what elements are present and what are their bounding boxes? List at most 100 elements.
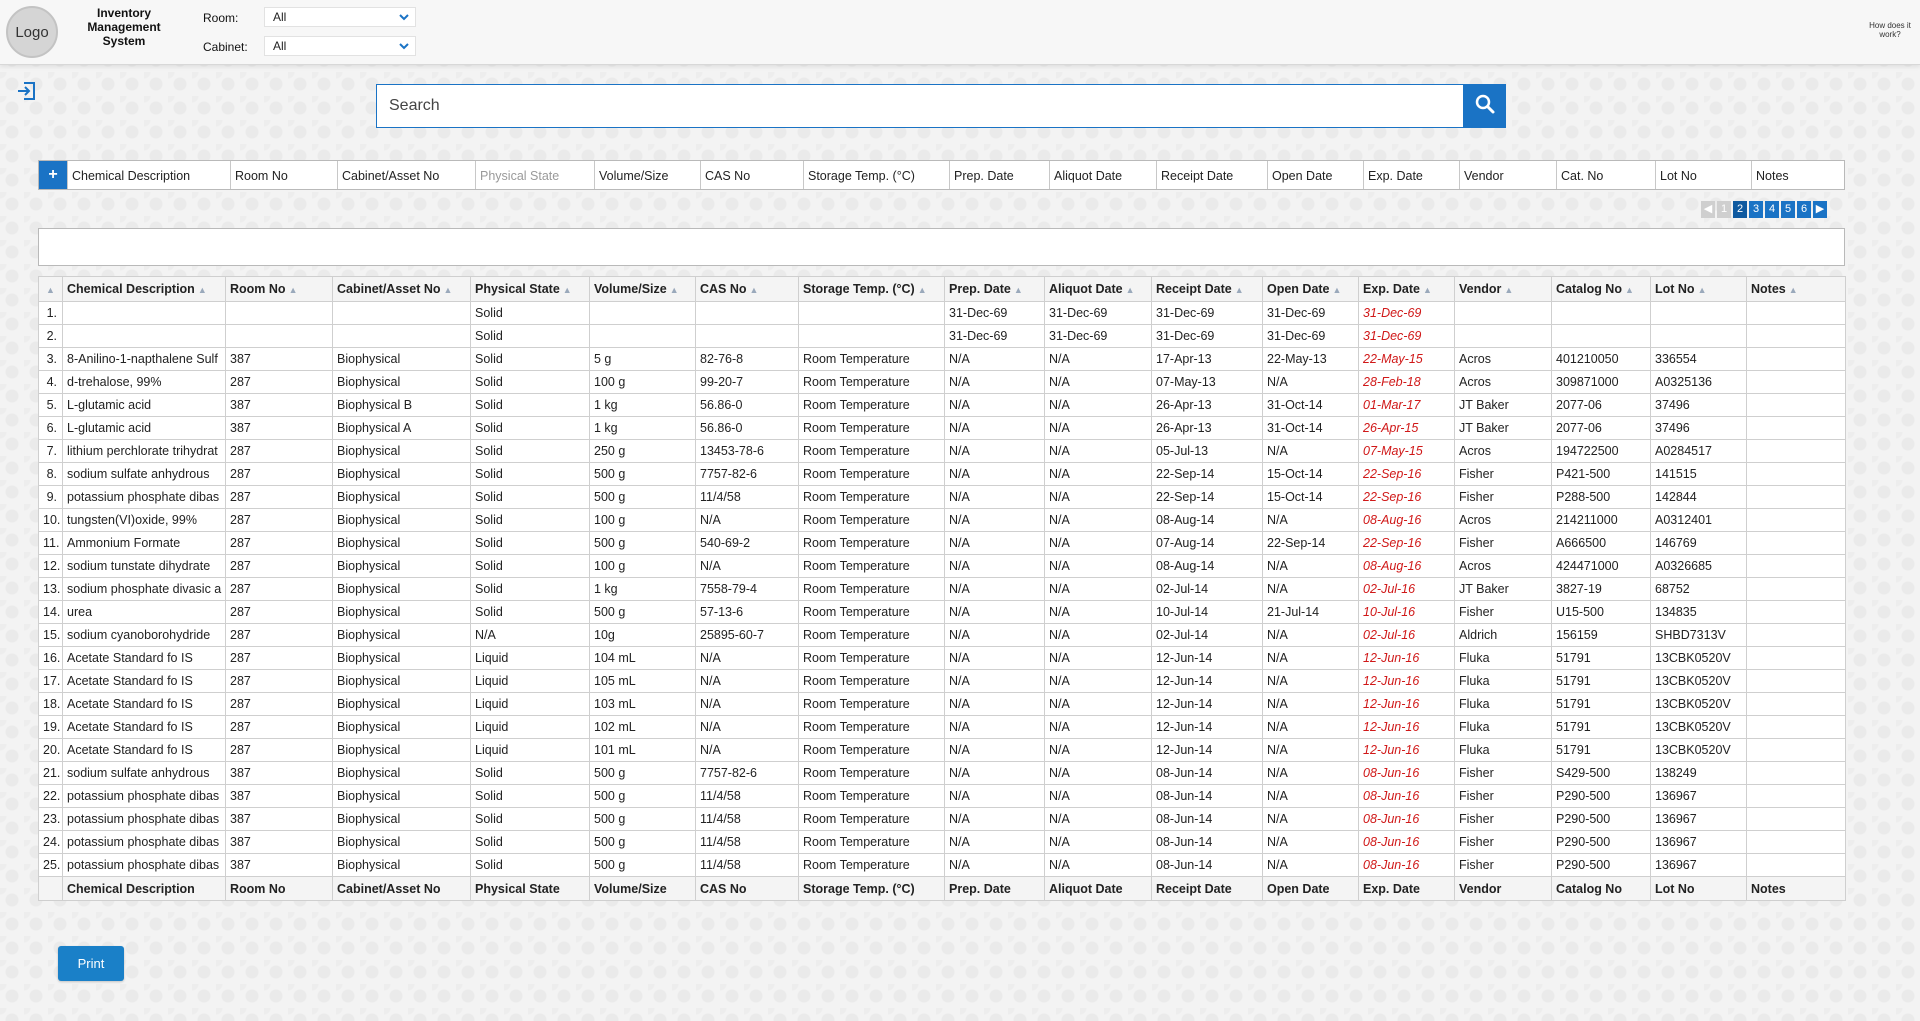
table-cell: Biophysical [332,554,471,578]
table-row[interactable]: 11. Ammonium Formate 287 Biophysical Solid 50… [38,531,1846,555]
table-cell: 13CBK0520V [1650,738,1747,762]
page-button[interactable]: 4 [1765,201,1779,218]
column-header[interactable]: Physical State ▲ [470,276,590,302]
column-header[interactable]: Room No ▲ [225,276,333,302]
column-toggle[interactable]: Vendor [1459,161,1556,189]
column-header[interactable]: Storage Temp. (°C) ▲ [798,276,945,302]
column-header[interactable]: Prep. Date ▲ [944,276,1045,302]
column-header[interactable]: Catalog No ▲ [1551,276,1651,302]
table-row[interactable]: 2. Solid 31-Dec-69 31-Dec-69 31-Dec-69 31-Dec… [38,324,1846,348]
page-button[interactable]: 2 [1733,201,1747,218]
table-row[interactable]: 15. sodium cyanoborohydride 287 Biophysical… [38,623,1846,647]
column-header[interactable]: Exp. Date ▲ [1358,276,1455,302]
table-row[interactable]: 8. sodium sulfate anhydrous 287 Biophysical… [38,462,1846,486]
table-row[interactable]: 3. 8-Anilino-1-napthalene Sulf 387 Biophysi… [38,347,1846,371]
column-toggle[interactable]: Open Date [1267,161,1363,189]
column-header[interactable]: Volume/Size ▲ [589,276,696,302]
column-toggle[interactable]: Cat. No [1556,161,1655,189]
column-toggle[interactable]: Room No [230,161,337,189]
table-cell: Liquid [470,692,590,716]
page-button[interactable]: 5 [1781,201,1795,218]
table-row[interactable]: 22. potassium phosphate dibas 387 Biophysic… [38,784,1846,808]
table-cell: N/A [695,692,799,716]
logout-icon[interactable] [16,80,38,102]
table-row[interactable]: 6. L-glutamic acid 387 Biophysical A Solid 1 … [38,416,1846,440]
table-row[interactable]: 23. potassium phosphate dibas 387 Biophysic… [38,807,1846,831]
table-row[interactable]: 7. lithium perchlorate trihydrat 287 Biophy… [38,439,1846,463]
sort-up-icon: ▲ [1788,285,1798,295]
column-toggle[interactable]: Chemical Description [67,161,230,189]
column-header[interactable]: Aliquot Date ▲ [1044,276,1152,302]
table-row[interactable]: 18. Acetate Standard fo IS 287 Biophysical L… [38,692,1846,716]
column-header[interactable]: Cabinet/Asset No ▲ [332,276,471,302]
table-cell: Acros [1454,347,1552,371]
column-toggle[interactable]: Exp. Date [1363,161,1459,189]
table-cell: Fisher [1454,830,1552,854]
search-input[interactable]: Search [376,84,1464,128]
print-button[interactable]: Print [58,946,124,981]
column-toggle[interactable]: Aliquot Date [1049,161,1156,189]
column-toggle[interactable]: Volume/Size [594,161,700,189]
table-row[interactable]: 4. d-trehalose, 99% 287 Biophysical Solid 100… [38,370,1846,394]
column-toggle[interactable]: Cabinet/Asset No [337,161,475,189]
table-row[interactable]: 21. sodium sulfate anhydrous 387 Biophysica… [38,761,1846,785]
add-column-button[interactable]: + [39,161,67,189]
column-header[interactable]: Chemical Description ▲ [62,276,226,302]
page-button[interactable]: 3 [1749,201,1763,218]
search-button[interactable] [1463,84,1506,128]
room-select[interactable]: All [264,7,416,27]
prev-page-button[interactable]: ◀ [1701,201,1715,218]
table-cell: Solid [470,807,590,831]
column-toggle[interactable]: Notes [1751,161,1843,189]
table-cell [798,324,945,348]
column-header[interactable]: Receipt Date ▲ [1151,276,1263,302]
page-button[interactable]: 6 [1797,201,1811,218]
table-row[interactable]: 9. potassium phosphate dibas 287 Biophysica… [38,485,1846,509]
column-toggle[interactable]: Lot No [1655,161,1751,189]
table-cell: 141515 [1650,462,1747,486]
table-row[interactable]: 24. potassium phosphate dibas 387 Biophysic… [38,830,1846,854]
column-header[interactable]: Vendor ▲ [1454,276,1552,302]
row-index: 1. [38,301,63,325]
row-index: 7. [38,439,63,463]
table-row[interactable]: 5. L-glutamic acid 387 Biophysical B Solid 1 … [38,393,1846,417]
column-header[interactable]: Lot No ▲ [1650,276,1747,302]
table-cell: 134835 [1650,600,1747,624]
next-page-button[interactable]: ▶ [1813,201,1827,218]
filter-bar[interactable] [38,228,1845,266]
row-index: 16. [38,646,63,670]
table-row[interactable]: 19. Acetate Standard fo IS 287 Biophysical L… [38,715,1846,739]
table-cell: potassium phosphate dibas [62,485,226,509]
sort-up-icon: ▲ [1234,285,1244,295]
table-row[interactable]: 14. urea 287 Biophysical Solid 500 g 57-13-6 Ro… [38,600,1846,624]
column-header[interactable]: Notes ▲ [1746,276,1846,302]
how-it-works-link[interactable]: How does it work? [1866,21,1914,39]
table-cell [225,324,333,348]
table-cell: 5 g [589,347,696,371]
cabinet-select[interactable]: All [264,36,416,56]
table-row[interactable]: 12. sodium tunstate dihydrate 287 Biophysic… [38,554,1846,578]
table-cell: 08-Aug-14 [1151,554,1263,578]
column-header[interactable]: CAS No ▲ [695,276,799,302]
table-cell: 31-Dec-69 [1262,324,1359,348]
column-header[interactable]: Open Date ▲ [1262,276,1359,302]
table-row[interactable]: 17. Acetate Standard fo IS 287 Biophysical L… [38,669,1846,693]
column-toggle[interactable]: CAS No [700,161,803,189]
table-row[interactable]: 16. Acetate Standard fo IS 287 Biophysical L… [38,646,1846,670]
column-toggle[interactable]: Storage Temp. (°C) [803,161,949,189]
table-cell: 15-Oct-14 [1262,485,1359,509]
column-toggle[interactable]: Prep. Date [949,161,1049,189]
table-row[interactable]: 25. potassium phosphate dibas 387 Biophysic… [38,853,1846,877]
table-cell: N/A [944,830,1045,854]
table-cell: 31-Dec-69 [1044,301,1152,325]
table-row[interactable]: 20. Acetate Standard fo IS 287 Biophysical L… [38,738,1846,762]
column-toggle[interactable]: Receipt Date [1156,161,1267,189]
page-button[interactable]: 1 [1717,201,1731,218]
table-row[interactable]: 13. sodium phosphate divasic a 287 Biophysi… [38,577,1846,601]
table-cell: 02-Jul-14 [1151,577,1263,601]
table-cell: N/A [944,692,1045,716]
sort-column-header[interactable]: ▲ [38,276,63,302]
column-toggle[interactable]: Physical State [475,161,594,189]
table-row[interactable]: 10. tungsten(VI)oxide, 99% 287 Biophysical S… [38,508,1846,532]
table-row[interactable]: 1. Solid 31-Dec-69 31-Dec-69 31-Dec-69 31-Dec… [38,301,1846,325]
